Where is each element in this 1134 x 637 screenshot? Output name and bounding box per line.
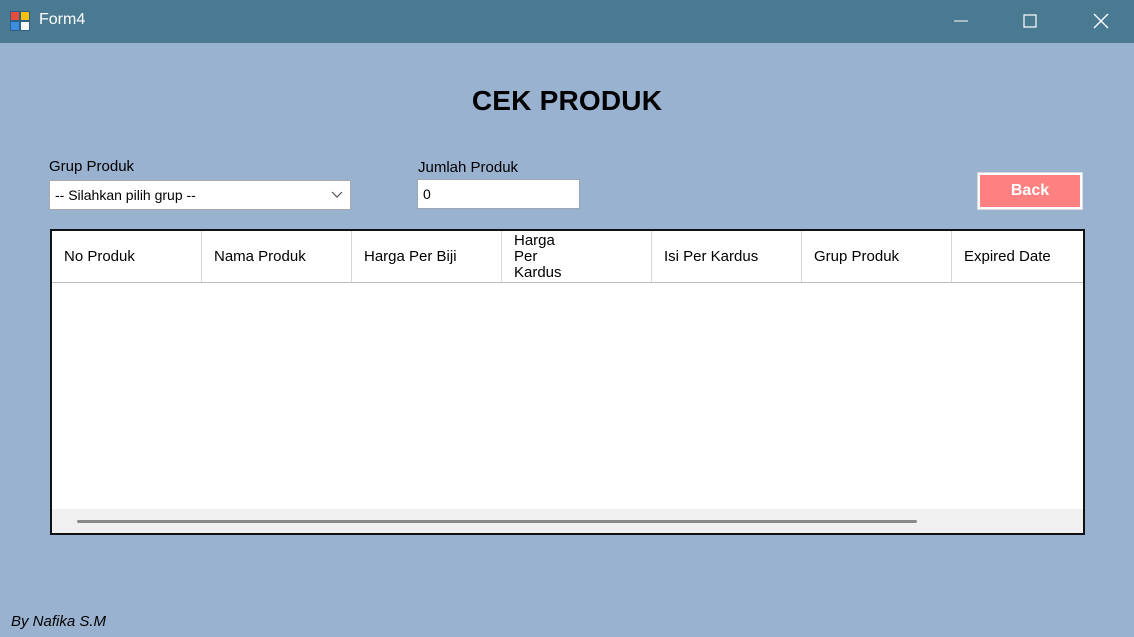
- close-button[interactable]: [1078, 0, 1124, 43]
- column-header-nama-produk[interactable]: Nama Produk: [202, 231, 352, 282]
- maximize-icon: [1023, 14, 1037, 28]
- page-title: CEK PRODUK: [471, 85, 663, 116]
- grup-produk-selected: -- Silahkan pilih grup --: [55, 187, 196, 203]
- column-header-harga-per-kardus[interactable]: Harga Per Kardus: [502, 231, 652, 282]
- grup-produk-dropdown[interactable]: -- Silahkan pilih grup --: [49, 180, 351, 210]
- window-titlebar: Form4: [0, 0, 1134, 43]
- jumlah-produk-field[interactable]: [417, 179, 580, 209]
- chevron-down-icon: [331, 191, 343, 198]
- column-header-harga-per-biji[interactable]: Harga Per Biji: [352, 231, 502, 282]
- jumlah-produk-label: Jumlah Produk: [418, 159, 519, 176]
- table-body: [52, 283, 1083, 509]
- column-header-expired-date[interactable]: Expired Date: [952, 231, 1083, 282]
- minimize-button[interactable]: [938, 0, 984, 43]
- maximize-button[interactable]: [1007, 0, 1053, 43]
- app-form-icon: [10, 11, 30, 31]
- grup-produk-label: Grup Produk: [49, 158, 135, 175]
- column-header-isi-per-kardus[interactable]: Isi Per Kardus: [652, 231, 802, 282]
- table-header: No Produk Nama Produk Harga Per Biji Har…: [52, 231, 1083, 283]
- author-signature: By Nafika S.M: [11, 613, 107, 630]
- column-header-grup-produk[interactable]: Grup Produk: [802, 231, 952, 282]
- back-button[interactable]: Back: [978, 173, 1082, 209]
- produk-table[interactable]: No Produk Nama Produk Harga Per Biji Har…: [50, 229, 1085, 535]
- scrollbar-thumb[interactable]: [77, 520, 917, 523]
- horizontal-scrollbar[interactable]: [52, 509, 1083, 533]
- minimize-icon: [954, 20, 968, 22]
- window-title: Form4: [39, 11, 86, 28]
- close-icon: [1093, 13, 1109, 29]
- column-header-no-produk[interactable]: No Produk: [52, 231, 202, 282]
